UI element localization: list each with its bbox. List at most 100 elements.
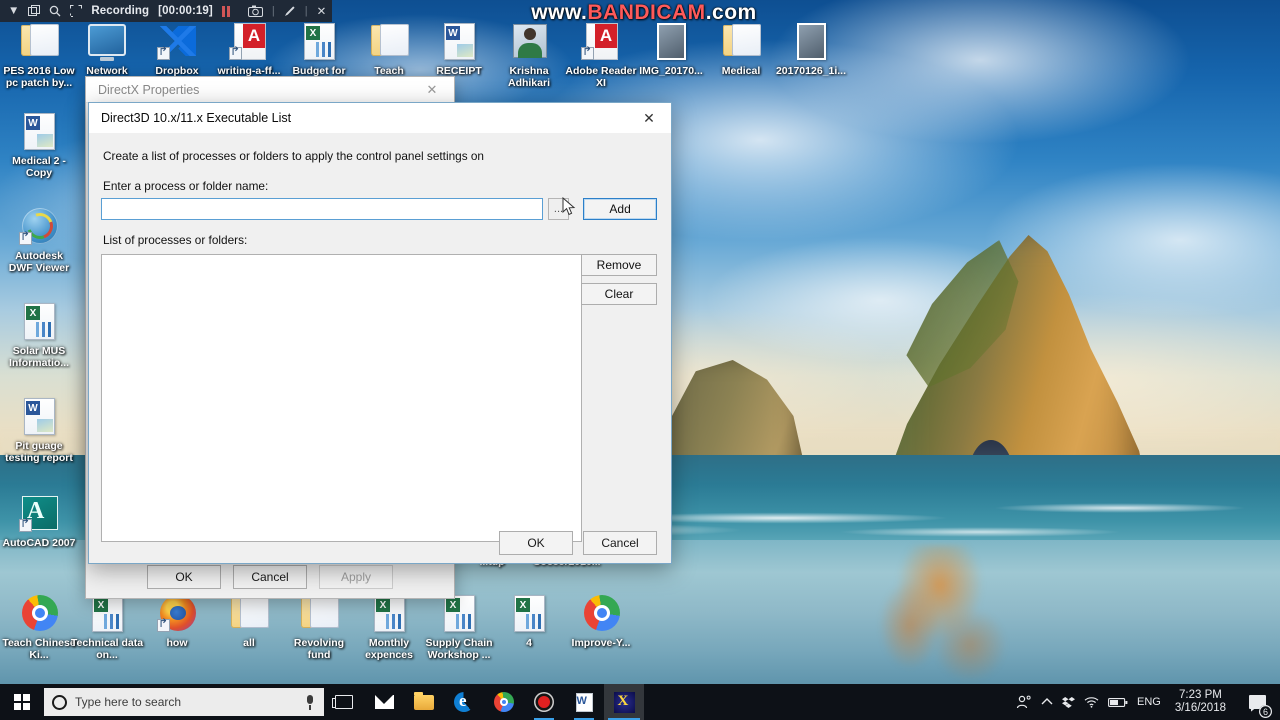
taskbar-item-file-explorer[interactable] <box>404 684 444 720</box>
wallpaper-reflection <box>790 545 1090 695</box>
desktop-icon-label: Adobe Reader XI <box>565 65 637 89</box>
wifi-icon[interactable] <box>1084 696 1099 708</box>
desktop-icon[interactable]: Budget for <box>282 20 356 78</box>
process-input-row: ... Add <box>101 198 657 220</box>
process-list-box[interactable] <box>101 254 582 542</box>
autocad-icon <box>15 492 63 536</box>
ok-button[interactable]: OK <box>147 565 221 589</box>
chevron-down-icon[interactable]: ▼ <box>8 5 19 17</box>
close-icon[interactable]: ✕ <box>317 4 327 18</box>
directx-title-bar[interactable]: DirectX Properties ✕ <box>86 77 454 103</box>
window-select-icon[interactable] <box>28 5 41 17</box>
desktop-icon[interactable]: Improve-Y... <box>564 592 638 650</box>
edge-icon <box>454 691 474 712</box>
people-icon[interactable] <box>1016 695 1032 709</box>
folder-icon <box>365 20 413 64</box>
desktop-icon[interactable]: Teach Chinese Ki... <box>2 592 76 661</box>
bandicam-watermark: www. BANDICAM .com <box>438 0 850 26</box>
dialog-title-bar[interactable]: Direct3D 10.x/11.x Executable List ✕ <box>89 103 671 133</box>
desktop-icon[interactable]: Teach <box>352 20 426 78</box>
windows-taskbar[interactable]: Type here to search ENG 7:23 PM 3/16/201… <box>0 684 1280 720</box>
dialog-content: Create a list of processes or folders to… <box>89 133 671 565</box>
region-capture-icon[interactable] <box>70 5 83 17</box>
action-center-icon[interactable]: 6 <box>1240 684 1274 720</box>
directx-window-title: DirectX Properties <box>98 82 200 97</box>
word-icon <box>15 110 63 154</box>
mail-icon <box>374 695 394 709</box>
show-hidden-icons-chevron[interactable] <box>1041 697 1053 707</box>
desktop-icon[interactable]: Medical <box>704 20 778 78</box>
cancel-button[interactable]: Cancel <box>233 565 307 589</box>
taskbar-item-task-view[interactable] <box>324 684 364 720</box>
shortcut-arrow-icon <box>19 519 32 532</box>
desktop-icon[interactable]: all <box>212 592 286 650</box>
directx-footer-buttons: OK Cancel Apply <box>86 565 454 591</box>
pause-icon[interactable] <box>221 5 230 17</box>
remove-button[interactable]: Remove <box>581 254 657 276</box>
taskbar-item-mail[interactable] <box>364 684 404 720</box>
desktop-icon[interactable]: IMG_20170... <box>634 20 708 78</box>
language-indicator[interactable]: ENG <box>1137 696 1161 708</box>
search-icon[interactable] <box>49 5 61 17</box>
desktop-icon[interactable]: Adobe Reader XI <box>564 20 638 89</box>
desktop-icon-label: IMG_20170... <box>639 65 703 77</box>
desktop-icon[interactable]: AutoCAD 2007 <box>2 492 76 550</box>
desktop-icon[interactable]: how <box>140 592 214 650</box>
ok-button[interactable]: OK <box>499 531 573 555</box>
photo-icon <box>787 20 835 64</box>
desktop-icon-label: Improve-Y... <box>571 637 631 649</box>
add-button[interactable]: Add <box>583 198 657 220</box>
desktop-icon[interactable]: Solar MUS Informatio... <box>2 300 76 369</box>
search-input[interactable]: Type here to search <box>44 688 324 716</box>
clear-button[interactable]: Clear <box>581 283 657 305</box>
desktop-icon[interactable]: 4 <box>492 592 566 650</box>
taskbar-item-bandicam[interactable] <box>524 684 564 720</box>
desktop-icon[interactable]: Medical 2 - Copy <box>2 110 76 179</box>
desktop-icon-label: 20170126_1i... <box>775 65 847 77</box>
close-icon[interactable]: ✕ <box>410 77 454 102</box>
desktop-icon[interactable]: PES 2016 Low pc patch by... <box>2 20 76 89</box>
taskbar-item-microsoft-edge[interactable] <box>444 684 484 720</box>
desktop-icon[interactable]: Network <box>70 20 144 78</box>
directx-icon <box>613 691 635 713</box>
desktop-icon[interactable]: 20170126_1i... <box>774 20 848 78</box>
desktop-icon[interactable]: Dropbox <box>140 20 214 78</box>
taskbar-item-directx-control-panel[interactable] <box>604 684 644 720</box>
desktop-icon-label: how <box>166 637 188 649</box>
folder-icon <box>414 691 434 710</box>
desktop-icon[interactable]: Monthly expences <box>352 592 426 661</box>
watermark-brand: BANDICAM <box>587 1 706 24</box>
word-icon <box>435 20 483 64</box>
dropbox-tray-icon[interactable] <box>1061 696 1075 709</box>
clock[interactable]: 7:23 PM 3/16/2018 <box>1170 689 1231 715</box>
camera-icon[interactable] <box>247 5 263 17</box>
cortana-circle-icon <box>52 694 67 710</box>
clock-time: 7:23 PM <box>1179 689 1222 701</box>
direct3d-executable-list-dialog[interactable]: Direct3D 10.x/11.x Executable List ✕ Cre… <box>88 102 672 564</box>
bandicam-recording-toolbar[interactable]: ▼ Recording [00:00:19] | | ✕ <box>0 0 332 22</box>
microphone-icon[interactable] <box>304 694 316 710</box>
taskbar-item-microsoft-word[interactable] <box>564 684 604 720</box>
desktop-icon[interactable]: Revolving fund <box>282 592 356 661</box>
excel-icon <box>505 592 553 636</box>
search-placeholder: Type here to search <box>75 695 182 709</box>
taskbar-item-google-chrome[interactable] <box>484 684 524 720</box>
desktop-icon[interactable]: writing-a-ff... <box>212 20 286 78</box>
desktop-icon[interactable]: Pit guage testing report <box>2 395 76 464</box>
autodesk-icon <box>15 205 63 249</box>
desktop-icon[interactable]: Krishna Adhikari <box>492 20 566 89</box>
desktop-icon[interactable]: Technical data on... <box>70 592 144 661</box>
dialog-description: Create a list of processes or folders to… <box>103 149 484 163</box>
cancel-button[interactable]: Cancel <box>583 531 657 555</box>
battery-icon[interactable] <box>1108 697 1128 708</box>
desktop-icon[interactable]: RECEIPT <box>422 20 496 78</box>
browse-button[interactable]: ... <box>547 198 570 220</box>
windows-start-icon[interactable] <box>0 684 44 720</box>
pencil-icon[interactable] <box>284 5 296 17</box>
shortcut-arrow-icon <box>157 619 170 632</box>
dialog-title: Direct3D 10.x/11.x Executable List <box>101 111 292 125</box>
desktop-icon[interactable]: Supply Chain Workshop ... <box>422 592 496 661</box>
desktop-icon[interactable]: Autodesk DWF Viewer <box>2 205 76 274</box>
close-icon[interactable]: ✕ <box>627 104 671 133</box>
process-input[interactable] <box>101 198 543 220</box>
